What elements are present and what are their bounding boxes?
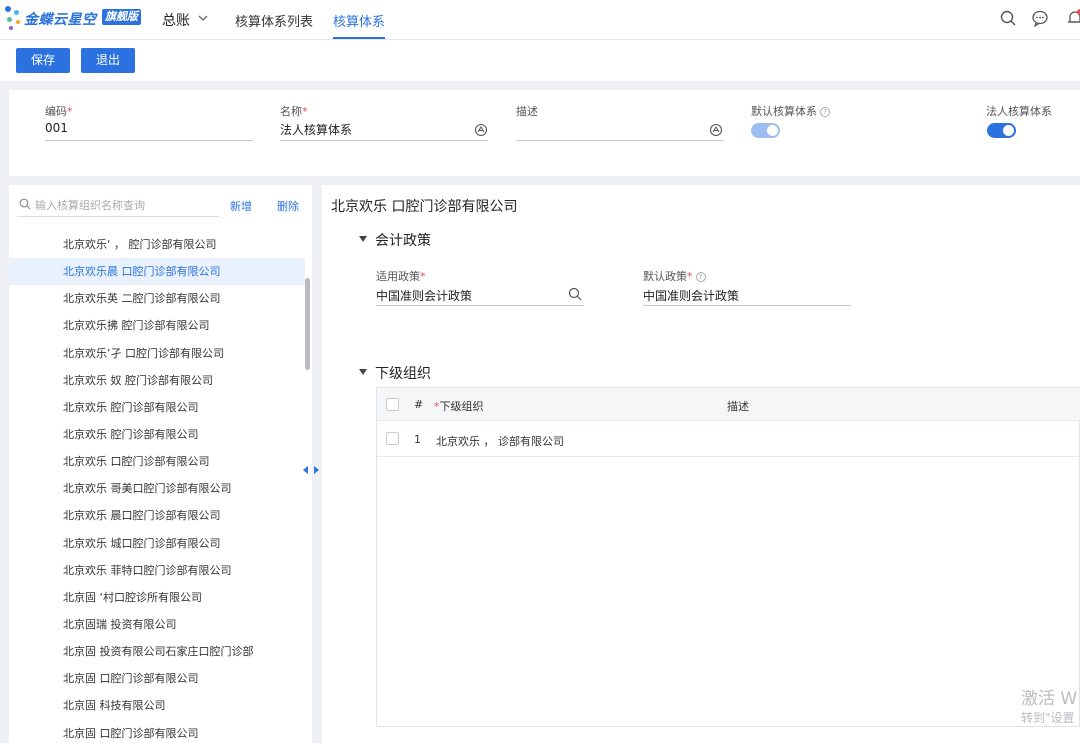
sub-org-grid: # *下级组织 描述 1 北京欢乐 ， 诊部有限公司 bbox=[376, 387, 1080, 727]
row-checkbox[interactable] bbox=[386, 432, 399, 445]
save-button[interactable]: 保存 bbox=[16, 48, 70, 73]
logo-dots-icon bbox=[3, 4, 25, 34]
tab-accounting-system[interactable]: 核算体系 bbox=[333, 11, 385, 30]
name-field[interactable]: 法人核算体系 bbox=[280, 121, 352, 138]
tab-accounting-system-list[interactable]: 核算体系列表 bbox=[235, 11, 313, 30]
add-org-button[interactable]: 新增 bbox=[230, 198, 252, 214]
list-item[interactable]: 北京固 科技有限公司 bbox=[9, 692, 305, 719]
list-item[interactable]: 北京欢乐晨 口腔门诊部有限公司 bbox=[9, 258, 305, 286]
accounting-policy-section[interactable]: 会计政策 bbox=[375, 230, 431, 250]
list-item[interactable]: 北京欢乐 口腔门诊部有限公司 bbox=[9, 448, 305, 475]
legal-system-label: 法人核算体系 bbox=[986, 105, 1052, 118]
sub-org-section[interactable]: 下级组织 bbox=[375, 363, 431, 383]
chevron-down-icon[interactable] bbox=[198, 13, 208, 23]
list-item[interactable]: 北京固瑞 投资有限公司 bbox=[9, 611, 305, 638]
caret-down-icon[interactable] bbox=[358, 368, 368, 376]
exit-button[interactable]: 退出 bbox=[81, 48, 135, 73]
panel-splitter-handle[interactable] bbox=[300, 464, 322, 476]
list-item[interactable]: 北京固 投资有限公司石家庄口腔门诊部 bbox=[9, 638, 305, 665]
top-nav-bar: 金蝶云星空 旗舰版 总账 核算体系列表 核算体系 bbox=[0, 0, 1080, 40]
list-item[interactable]: 北京欢乐 哥美口腔门诊部有限公司 bbox=[9, 475, 305, 502]
description-field-underline bbox=[516, 140, 724, 141]
active-tab-indicator bbox=[333, 37, 385, 39]
table-row[interactable]: 1 北京欢乐 ， 诊部有限公司 bbox=[377, 421, 1080, 457]
search-underline bbox=[17, 216, 219, 217]
name-label: 名称* bbox=[280, 105, 308, 118]
list-item[interactable]: 北京欢乐 城口腔门诊部有限公司 bbox=[9, 530, 305, 557]
name-field-underline bbox=[280, 140, 488, 141]
list-item[interactable]: 北京欢乐‘ ， 腔门诊部有限公司 bbox=[9, 231, 305, 258]
multilingual-icon[interactable] bbox=[474, 123, 488, 137]
delete-org-button[interactable]: 删除 bbox=[277, 198, 299, 214]
list-item[interactable]: 北京固 口腔门诊部有限公司 bbox=[9, 665, 305, 692]
notification-bell-icon[interactable] bbox=[1066, 9, 1080, 27]
multilingual-icon[interactable] bbox=[709, 123, 723, 137]
list-item[interactable]: 北京欢乐 腔门诊部有限公司 bbox=[9, 421, 305, 448]
activation-watermark-hint: 转到"设置 bbox=[1021, 711, 1075, 725]
message-icon[interactable] bbox=[1031, 9, 1049, 27]
list-item[interactable]: 北京欢乐英 二腔门诊部有限公司 bbox=[9, 285, 305, 312]
help-icon[interactable]: ? bbox=[820, 107, 830, 117]
code-field-underline bbox=[45, 140, 253, 141]
org-tree-panel: 新增 删除 北京欢乐‘ ， 腔门诊部有限公司 北京欢乐晨 口腔门诊部有限公司 北… bbox=[9, 185, 312, 743]
applicable-policy-underline bbox=[376, 305, 584, 306]
toolbar: 保存 退出 bbox=[0, 40, 1080, 81]
edition-badge: 旗舰版 bbox=[102, 9, 141, 25]
org-tree-list: 北京欢乐‘ ， 腔门诊部有限公司 北京欢乐晨 口腔门诊部有限公司 北京欢乐英 二… bbox=[9, 231, 305, 743]
default-system-label: 默认核算体系? bbox=[751, 103, 830, 119]
activation-watermark: 激活 W bbox=[1021, 689, 1078, 709]
code-field[interactable]: 001 bbox=[45, 121, 68, 135]
default-policy-label: 默认政策*? bbox=[643, 268, 706, 284]
list-item[interactable]: 北京欢乐 奴 腔门诊部有限公司 bbox=[9, 367, 305, 394]
scrollbar-thumb[interactable] bbox=[305, 278, 310, 370]
list-item[interactable]: 北京欢乐’孑 口腔门诊部有限公司 bbox=[9, 340, 305, 367]
search-icon bbox=[19, 198, 31, 210]
header-form: 编码* 001 名称* 法人核算体系 描述 默认核算体系? 法人核算体系 bbox=[9, 90, 1080, 176]
applicable-policy-field[interactable]: 中国准则会计政策 bbox=[376, 287, 472, 304]
list-item[interactable]: 北京欢乐拂 腔门诊部有限公司 bbox=[9, 312, 305, 339]
applicable-policy-label: 适用政策* bbox=[376, 270, 426, 283]
selected-org-title: 北京欢乐 口腔门诊部有限公司 bbox=[331, 199, 518, 215]
code-label: 编码* bbox=[45, 105, 73, 118]
brand-name: 金蝶云星空 bbox=[24, 12, 97, 28]
search-icon[interactable] bbox=[568, 287, 582, 301]
default-system-toggle[interactable] bbox=[751, 123, 780, 138]
select-all-checkbox[interactable] bbox=[386, 398, 399, 411]
list-item[interactable]: 北京欢乐 菲特口腔门诊部有限公司 bbox=[9, 557, 305, 584]
org-search-input[interactable] bbox=[35, 196, 219, 214]
row-org-cell[interactable]: 北京欢乐 ， 诊部有限公司 bbox=[436, 433, 564, 449]
col-org-header: *下级组织 bbox=[434, 400, 484, 413]
description-label: 描述 bbox=[516, 105, 538, 118]
default-policy-field: 中国准则会计政策 bbox=[643, 289, 740, 303]
help-icon[interactable]: ? bbox=[695, 272, 706, 282]
legal-system-toggle[interactable] bbox=[987, 123, 1016, 138]
list-item[interactable]: 北京固 口腔门诊部有限公司 bbox=[9, 720, 305, 743]
caret-down-icon[interactable] bbox=[358, 235, 368, 243]
detail-panel: 北京欢乐 口腔门诊部有限公司 会计政策 适用政策* 中国准则会计政策 默认政策*… bbox=[322, 185, 1080, 743]
list-item[interactable]: 北京欢乐 晨口腔门诊部有限公司 bbox=[9, 502, 305, 529]
col-desc-header: 描述 bbox=[727, 400, 749, 413]
col-index-header: # bbox=[414, 398, 424, 411]
grid-header: # *下级组织 描述 bbox=[377, 388, 1080, 421]
list-item[interactable]: 北京固 ‘村口腔诊所有限公司 bbox=[9, 584, 305, 611]
search-icon[interactable] bbox=[999, 9, 1017, 27]
list-item[interactable]: 北京欢乐 腔门诊部有限公司 bbox=[9, 394, 305, 421]
row-index: 1 bbox=[414, 433, 421, 446]
nav-home-menu[interactable]: 总账 bbox=[162, 10, 190, 30]
default-policy-underline bbox=[643, 305, 851, 306]
